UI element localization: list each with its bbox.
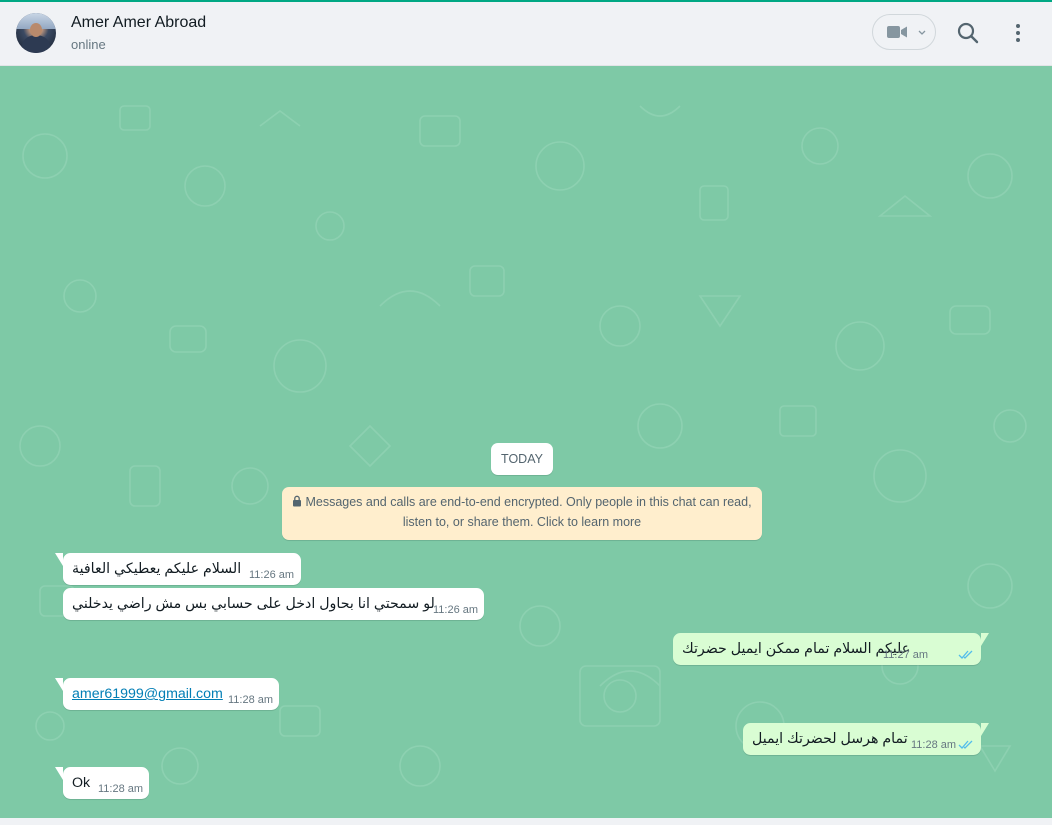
message-text: لو سمحتي انا بحاول ادخل على حسابي بس مش …: [72, 596, 435, 612]
message-time: 11:27 am: [883, 649, 929, 661]
encryption-notice[interactable]: Messages and calls are end-to-end encryp…: [282, 487, 762, 540]
lock-icon: [293, 495, 302, 507]
encryption-notice-line1: Messages and calls are end-to-end encryp…: [305, 495, 752, 509]
message-text: Ok: [72, 775, 91, 791]
message-bubble-incoming[interactable]: amer61999@gmail.com 11:28 am: [55, 678, 279, 710]
chat-header: Amer Amer Abroad online: [0, 2, 1052, 66]
message-bubble-outgoing[interactable]: عليكم السلام تمام ممكن ايميل حضرتك 11:27…: [673, 633, 989, 665]
message-bubble-incoming[interactable]: السلام عليكم يعطيكي العافية 11:26 am: [55, 553, 301, 585]
video-call-button[interactable]: [872, 14, 936, 50]
email-link[interactable]: amer61999@gmail.com: [72, 686, 223, 702]
message-text: عليكم السلام تمام ممكن ايميل حضرتك: [682, 641, 911, 657]
date-chip: TODAY: [491, 443, 553, 475]
message-time: 11:26 am: [249, 569, 295, 581]
message-bubble-incoming[interactable]: Ok 11:28 am: [55, 767, 149, 799]
chat-area[interactable]: TODAY Messages and calls are end-to-end …: [0, 66, 1052, 818]
double-check-icon: [958, 740, 973, 749]
message-text: السلام عليكم يعطيكي العافية: [72, 561, 242, 577]
message-bubble-outgoing[interactable]: تمام هرسل لحضرتك ايميل 11:28 am: [743, 723, 989, 755]
double-check-icon: [958, 650, 973, 659]
message-time: 11:26 am: [433, 604, 479, 616]
avatar[interactable]: [16, 13, 56, 53]
contact-status: online: [71, 37, 106, 52]
message-time: 11:28 am: [98, 783, 144, 795]
video-call-icon: [887, 26, 907, 38]
contact-name[interactable]: Amer Amer Abroad: [71, 14, 206, 32]
composer-edge: [0, 818, 1052, 825]
menu-icon[interactable]: [1004, 20, 1032, 48]
chevron-down-icon: [918, 30, 926, 35]
search-icon[interactable]: [955, 20, 983, 48]
message-time: 11:28 am: [228, 694, 274, 706]
encryption-notice-line2: listen to, or share them. Click to learn…: [402, 515, 642, 529]
message-text: تمام هرسل لحضرتك ايميل: [752, 731, 908, 747]
message-time: 11:28 am: [911, 739, 957, 751]
message-bubble-incoming[interactable]: لو سمحتي انا بحاول ادخل على حسابي بس مش …: [63, 588, 484, 620]
